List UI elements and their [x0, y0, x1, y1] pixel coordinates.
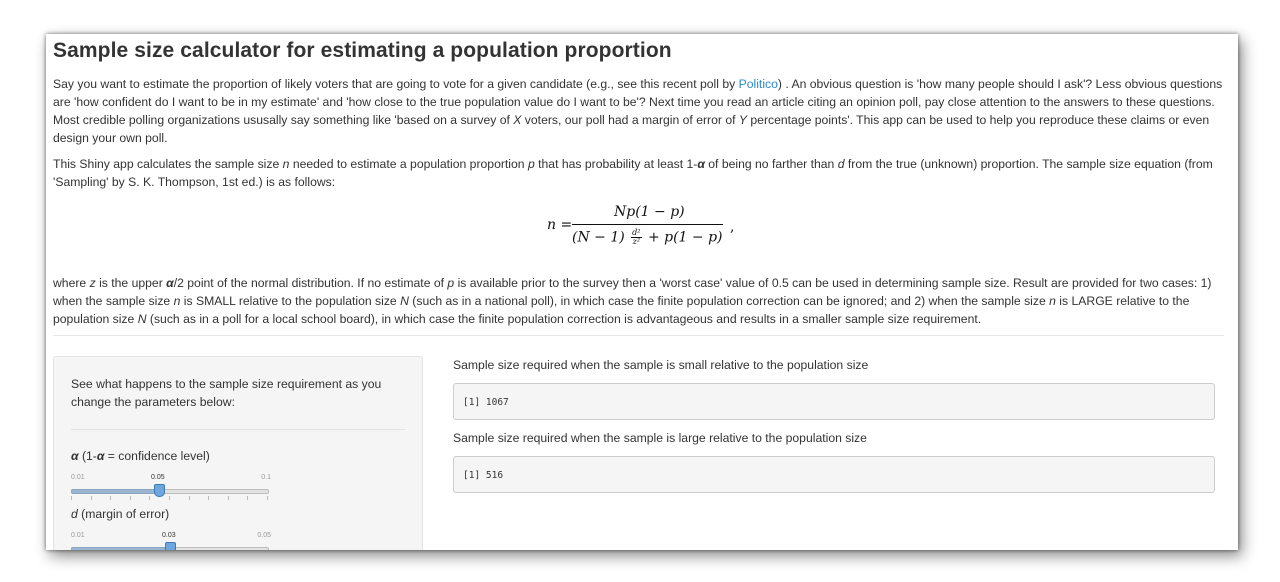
sidebar-panel: See what happens to the sample size requ… — [53, 356, 423, 550]
page-title: Sample size calculator for estimating a … — [53, 39, 672, 62]
slider-min-label: 0.01 — [71, 474, 85, 481]
slider-value-label: 0.05 — [151, 474, 165, 481]
intro-paragraph: Say you want to estimate the proportion … — [53, 75, 1224, 147]
denominator-left: (N − 1) — [572, 229, 625, 246]
details-text: (such as in a national poll), in which c… — [408, 294, 1050, 308]
large-sample-label: Sample size required when the sample is … — [453, 431, 867, 445]
alpha-slider-label: α (1-α = confidence level) — [71, 449, 210, 463]
slider-handle[interactable] — [165, 542, 176, 550]
alpha-label-text: (1- — [78, 449, 97, 463]
intro-text: voters, our poll had a margin of error o… — [521, 113, 739, 127]
large-sample-value: [1] 516 — [463, 470, 504, 481]
slider-tick — [71, 496, 72, 500]
z2: z² — [632, 237, 641, 246]
n-variable: n — [1049, 294, 1056, 308]
details-text: (such as in a poll for a local school bo… — [146, 312, 982, 326]
slider-tick — [91, 496, 92, 500]
sample-size-formula: n = Np(1 − p) (N − 1) d² z² + p(1 − p) , — [542, 202, 752, 256]
slider-fill — [71, 489, 160, 494]
formula-lhs: n = — [547, 217, 573, 233]
slider-tick — [267, 496, 268, 500]
N-variable: N — [137, 312, 147, 326]
denominator-right: + p(1 − p) — [647, 229, 723, 246]
details-text: /2 point of the normal distribution. If … — [173, 276, 448, 290]
slider-tick — [247, 496, 248, 500]
slider-tick — [208, 496, 209, 500]
desc-text: that has probability at least 1- — [534, 157, 698, 171]
slider-fill — [71, 547, 171, 550]
formula-numerator: Np(1 − p) — [614, 204, 685, 220]
desc-text: of being no farther than — [704, 157, 838, 171]
details-text: is the upper — [95, 276, 167, 290]
large-sample-output: [1] 516 — [453, 456, 1215, 493]
main-panel: Sample size calculator for estimating a … — [53, 34, 1224, 550]
details-text: is SMALL relative to the population size — [180, 294, 401, 308]
small-sample-label: Sample size required when the sample is … — [453, 358, 869, 372]
d-slider[interactable]: 0.01 0.03 0.05 — [71, 532, 271, 550]
slider-max-label: 0.05 — [257, 532, 271, 539]
alpha-symbol: α — [166, 276, 174, 290]
alpha-label-text: = confidence level) — [104, 449, 210, 463]
formula-denominator: (N − 1) d² z² + p(1 − p) — [572, 229, 723, 246]
slider-tick — [149, 496, 150, 500]
app-window: Sample size calculator for estimating a … — [46, 34, 1238, 550]
fraction-bar — [572, 224, 723, 225]
intro-text: Say you want to estimate the proportion … — [53, 77, 739, 91]
section-divider — [53, 335, 1224, 336]
desc-text: This Shiny app calculates the sample siz… — [53, 157, 283, 171]
y-variable: Y — [738, 113, 748, 127]
alpha-symbol: α — [71, 449, 79, 463]
alpha-symbol: α — [697, 157, 705, 171]
small-sample-value: [1] 1067 — [463, 397, 509, 408]
description-paragraph: This Shiny app calculates the sample siz… — [53, 155, 1224, 191]
small-sample-output: [1] 1067 — [453, 383, 1215, 420]
alpha-slider[interactable]: 0.01 0.05 0.1 — [71, 474, 271, 504]
formula-comma: , — [730, 219, 735, 235]
details-paragraph: where z is the upper α/2 point of the no… — [53, 274, 1224, 328]
N-variable: N — [400, 294, 409, 308]
d2-over-z2: d² z² — [631, 229, 642, 246]
slider-value-label: 0.03 — [162, 532, 176, 539]
sidebar-divider — [71, 429, 405, 430]
details-text: where — [53, 276, 90, 290]
slider-tick — [130, 496, 131, 500]
slider-ticks — [71, 496, 271, 501]
slider-max-label: 0.1 — [261, 474, 271, 481]
slider-tick — [189, 496, 190, 500]
desc-text: needed to estimate a population proporti… — [289, 157, 528, 171]
politico-link[interactable]: Politico — [739, 77, 778, 91]
slider-tick — [110, 496, 111, 500]
slider-tick — [228, 496, 229, 500]
slider-tick — [169, 496, 170, 500]
p-variable: p — [527, 157, 535, 171]
slider-min-label: 0.01 — [71, 532, 85, 539]
sidebar-intro: See what happens to the sample size requ… — [71, 377, 382, 409]
d-label-text: (margin of error) — [77, 507, 170, 521]
d-variable: d — [71, 507, 78, 521]
d-slider-label: d (margin of error) — [71, 507, 169, 521]
